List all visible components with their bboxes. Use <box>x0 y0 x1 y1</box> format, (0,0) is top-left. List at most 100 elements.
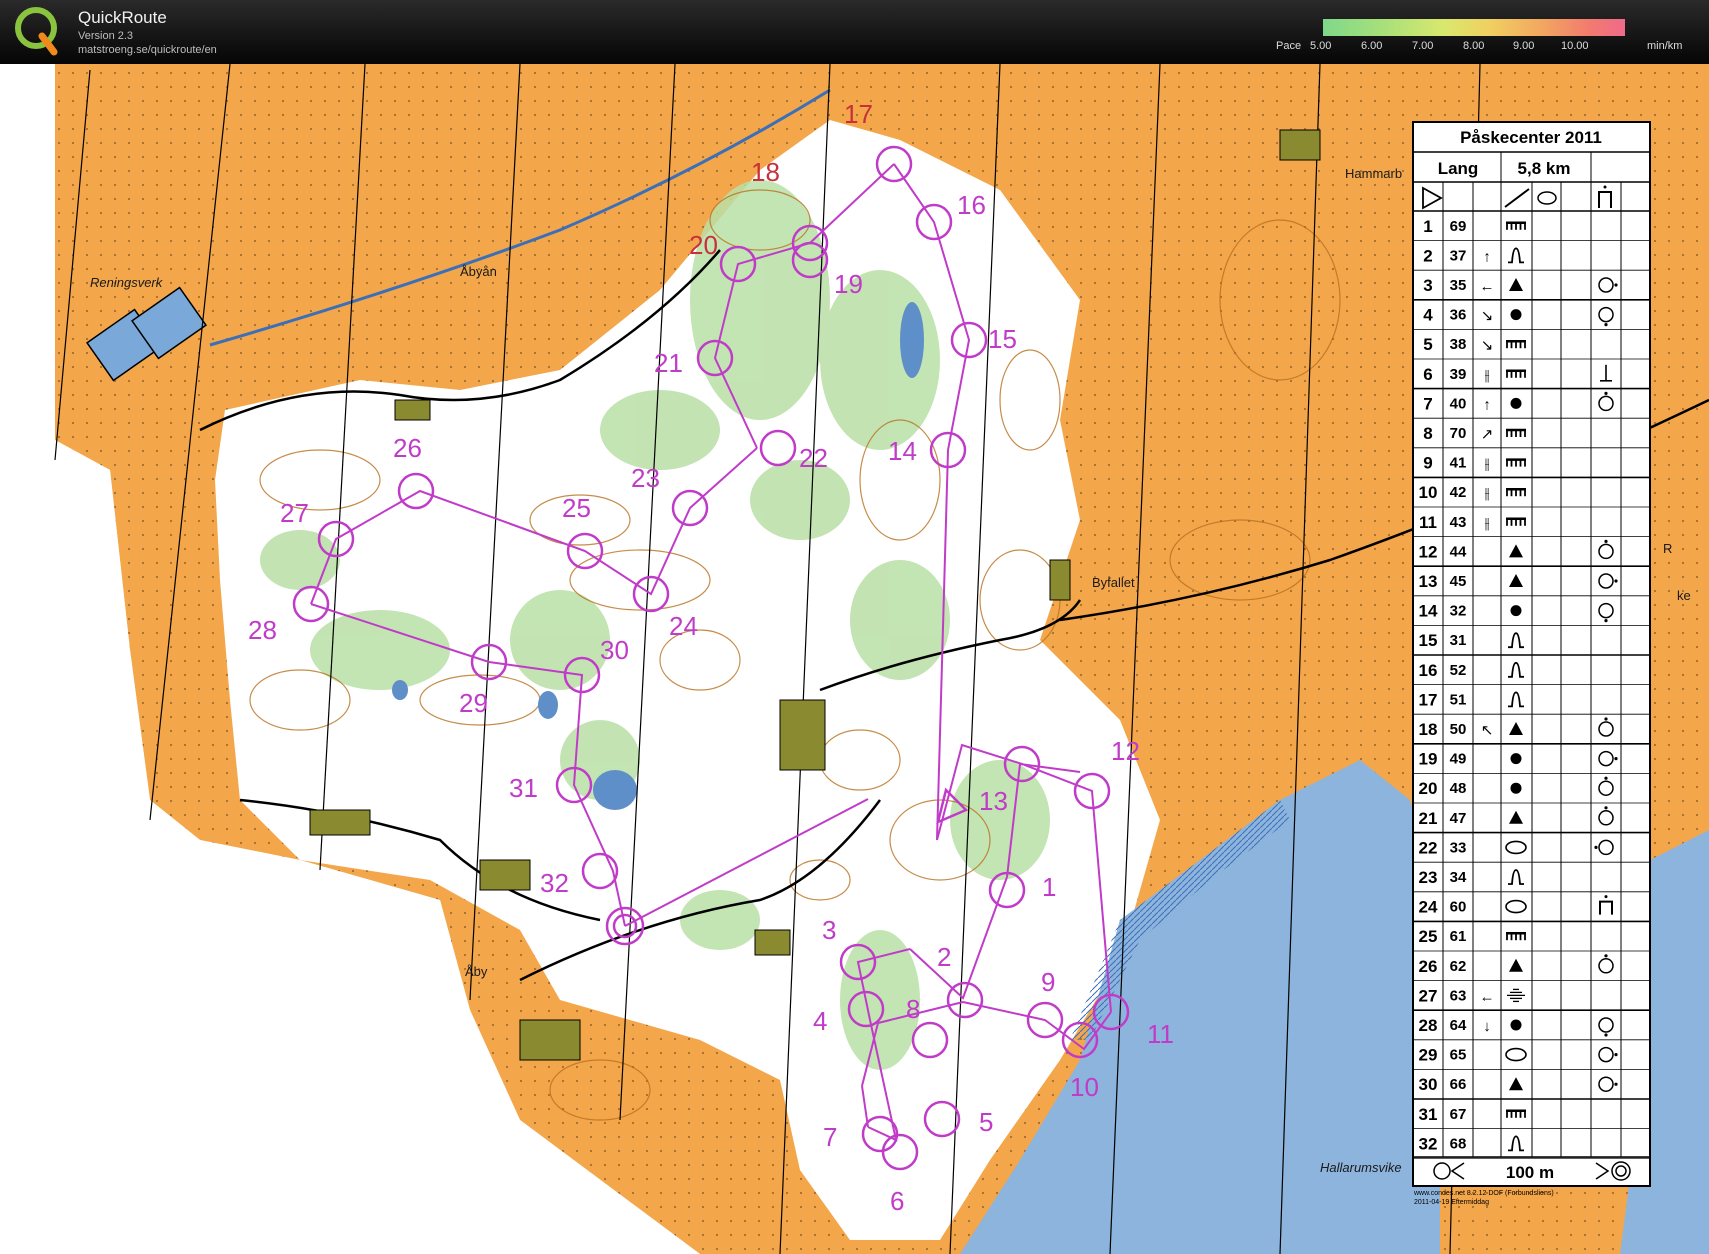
control-row-code: 31 <box>1450 632 1467 649</box>
control-row-number: 19 <box>1419 750 1438 769</box>
control-row-number: 3 <box>1423 276 1432 295</box>
title-bar: QuickRoute Version 2.3 matstroeng.se/qui… <box>0 0 1709 64</box>
control-number: 31 <box>509 773 538 803</box>
dot-icon <box>1510 753 1522 765</box>
dot-icon <box>1510 782 1522 794</box>
control-row-code: 43 <box>1450 514 1467 531</box>
pace-label: Pace <box>1276 40 1302 52</box>
control-row-number: 17 <box>1419 690 1438 709</box>
control-row-code: 40 <box>1450 395 1467 412</box>
control-row-number: 30 <box>1419 1075 1438 1094</box>
dot-icon <box>1510 397 1522 409</box>
control-row-code: 32 <box>1450 603 1467 620</box>
pace-tick: 5.00 <box>1310 40 1332 52</box>
control-row-code: 35 <box>1450 277 1467 294</box>
course-class: Lang <box>1438 159 1479 178</box>
control-row-number: 6 <box>1423 365 1432 384</box>
control-row-code: 65 <box>1450 1047 1467 1064</box>
control-number: 5 <box>979 1107 993 1137</box>
control-description-sheet: Påskecenter 2011 Lang 5,8 km 1 692 37 ↑3 35 ←… <box>1412 121 1651 1187</box>
control-row-number: 12 <box>1419 542 1438 561</box>
control-number: 25 <box>562 493 591 523</box>
control-row-code: 34 <box>1450 869 1467 886</box>
orienteering-map[interactable]: 1 2 3 4 5 6 7 8 9 10 11 12 13 14 15 16 1… <box>0 64 1709 1254</box>
control-row-number: 1 <box>1423 217 1432 236</box>
control-row-number: 15 <box>1419 631 1438 650</box>
place-name-aby: Åby <box>465 964 488 979</box>
app-url[interactable]: matstroeng.se/quickroute/en <box>78 44 217 56</box>
control-number: 10 <box>1070 1072 1099 1102</box>
control-row-number: 18 <box>1419 720 1438 739</box>
control-number: 12 <box>1111 736 1140 766</box>
control-row-code: 50 <box>1450 721 1467 738</box>
control-row-code: 60 <box>1450 899 1467 916</box>
control-row-code: 36 <box>1450 307 1467 324</box>
control-row-number: 16 <box>1419 661 1438 680</box>
control-row-code: 69 <box>1450 218 1467 235</box>
direction-icon: ⫲ <box>1485 367 1490 384</box>
control-row-number: 14 <box>1419 602 1438 621</box>
control-row-number: 2 <box>1423 246 1432 265</box>
control-row-code: 49 <box>1450 751 1467 768</box>
direction-icon: ↘ <box>1481 308 1494 325</box>
app-version: Version 2.3 <box>78 30 134 42</box>
control-row-code: 38 <box>1450 336 1467 353</box>
control-row-number: 26 <box>1419 957 1438 976</box>
control-row-number: 9 <box>1423 454 1432 473</box>
control-number: 3 <box>822 915 836 945</box>
pace-tick: 7.00 <box>1412 40 1434 52</box>
control-row-number: 32 <box>1419 1134 1438 1153</box>
control-number: 13 <box>979 786 1008 816</box>
control-row-code: 33 <box>1450 839 1467 856</box>
place-name-byfallet: Byfallet <box>1092 575 1135 590</box>
quickroute-logo-icon <box>15 7 58 56</box>
pace-tick: 8.00 <box>1463 40 1485 52</box>
place-name-reningsverk: Reningsverk <box>90 275 164 290</box>
control-row-number: 13 <box>1419 572 1438 591</box>
pace-tick: 6.00 <box>1361 40 1383 52</box>
control-row-number: 31 <box>1419 1105 1438 1124</box>
control-row-code: 42 <box>1450 484 1467 501</box>
control-row-number: 21 <box>1419 809 1438 828</box>
direction-icon: ⫲ <box>1485 485 1490 502</box>
control-row-code: 47 <box>1450 810 1467 827</box>
control-number: 8 <box>906 994 920 1024</box>
control-number: 32 <box>540 868 569 898</box>
control-row-code: 51 <box>1450 691 1467 708</box>
place-name-r: R <box>1663 541 1672 556</box>
control-number: 29 <box>459 688 488 718</box>
control-number: 23 <box>631 463 660 493</box>
direction-icon: ← <box>1480 988 1495 1005</box>
control-number: 11 <box>1147 1019 1174 1049</box>
control-number: 6 <box>890 1186 904 1216</box>
control-number: 20 <box>689 230 718 260</box>
control-row-number: 23 <box>1419 868 1438 887</box>
control-row-code: 48 <box>1450 780 1467 797</box>
control-number: 21 <box>654 348 683 378</box>
finish-distance: 100 m <box>1506 1163 1554 1182</box>
pace-tick: 9.00 <box>1513 40 1535 52</box>
dot-icon <box>1510 309 1522 321</box>
direction-icon: ↓ <box>1483 1018 1491 1035</box>
direction-icon: ⫲ <box>1485 456 1490 473</box>
control-number: 17 <box>844 99 873 129</box>
event-title: Påskecenter 2011 <box>1460 128 1602 147</box>
control-row-code: 39 <box>1450 366 1467 383</box>
control-number: 7 <box>823 1122 837 1152</box>
place-name-hammarb: Hammarb <box>1345 166 1402 181</box>
control-number: 14 <box>888 436 917 466</box>
place-name-hallarumsvike: Hallarumsvike <box>1320 1160 1402 1175</box>
control-row-number: 8 <box>1423 424 1432 443</box>
control-row-number: 22 <box>1419 838 1438 857</box>
control-number: 18 <box>751 157 780 187</box>
control-row-code: 66 <box>1450 1076 1467 1093</box>
footer-note: www.condes.net 8.2.12 DOF (Forbundsliens… <box>1413 1190 1554 1197</box>
dot-icon <box>1510 1019 1522 1031</box>
control-row-code: 61 <box>1450 928 1467 945</box>
control-row-code: 45 <box>1450 573 1467 590</box>
control-row-number: 5 <box>1423 335 1432 354</box>
control-row-number: 10 <box>1419 483 1438 502</box>
pace-color-scale <box>1323 19 1625 36</box>
direction-icon: ⫲ <box>1485 515 1490 532</box>
control-number: 26 <box>393 433 422 463</box>
